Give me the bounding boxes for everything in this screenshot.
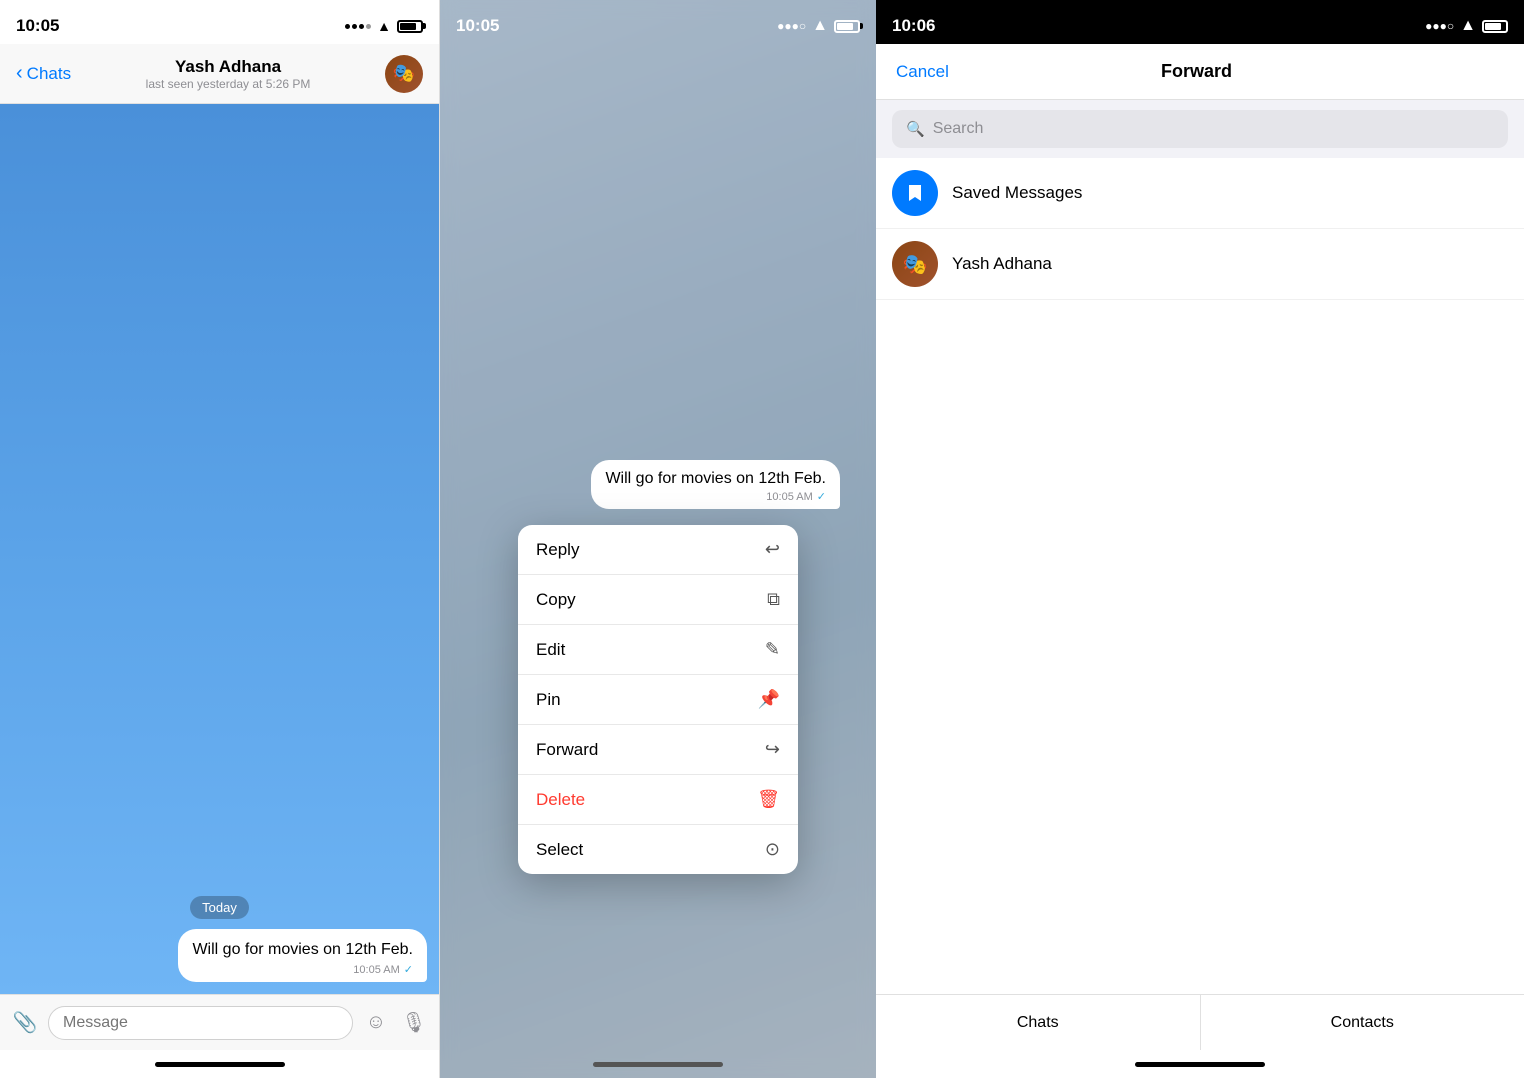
saved-messages-avatar (892, 170, 938, 216)
ctx-forward-label: Forward (536, 740, 598, 760)
attachment-button[interactable]: 📎 (10, 1008, 40, 1038)
ctx-message-text: Will go for movies on 12th Feb. (605, 470, 826, 488)
home-bar-1 (155, 1062, 285, 1067)
contact-name: Yash Adhana (71, 57, 385, 77)
saved-messages-item[interactable]: Saved Messages (876, 158, 1524, 229)
ctx-reply[interactable]: Reply ↩ (518, 525, 798, 575)
contact-avatar[interactable]: 🎭 (385, 55, 423, 93)
context-menu-panel: 10:05 ●●●○ ▲ Will go for movies on 12th … (440, 0, 876, 1078)
ctx-select[interactable]: Select ⊙ (518, 825, 798, 874)
message-bubble: Will go for movies on 12th Feb. 10:05 AM… (178, 929, 427, 982)
battery-icon (397, 20, 423, 33)
back-label[interactable]: Chats (27, 64, 71, 84)
home-indicator-2 (440, 1050, 876, 1078)
ctx-select-label: Select (536, 840, 583, 860)
ctx-edit[interactable]: Edit ✎ (518, 625, 798, 675)
chat-header-center: Yash Adhana last seen yesterday at 5:26 … (71, 57, 385, 91)
status-time-1: 10:05 (16, 16, 59, 36)
saved-messages-label: Saved Messages (952, 183, 1082, 203)
ctx-select-icon: ⊙ (765, 839, 780, 860)
status-icons-1: ▲ (345, 18, 423, 34)
search-placeholder: Search (933, 120, 984, 138)
ctx-delete-icon: 🗑 (757, 789, 780, 810)
ctx-pin-label: Pin (536, 690, 561, 710)
signal-icon-3: ●●●○ (1425, 19, 1454, 33)
home-indicator-1 (0, 1050, 439, 1078)
status-time-3: 10:06 (892, 16, 935, 36)
ctx-forward-icon: ↪ (765, 739, 780, 760)
yash-name-label: Yash Adhana (952, 254, 1052, 274)
ctx-copy[interactable]: Copy ⧉ (518, 575, 798, 625)
ctx-pin[interactable]: Pin 📌 (518, 675, 798, 725)
message-text: Will go for movies on 12th Feb. (192, 939, 413, 961)
search-bar-container: 🔍 Search (876, 100, 1524, 158)
home-indicator-3 (876, 1050, 1524, 1078)
tab-contacts-label: Contacts (1331, 1014, 1394, 1032)
ctx-message-time: 10:05 AM (766, 491, 812, 503)
ctx-edit-label: Edit (536, 640, 565, 660)
ctx-pin-icon: 📌 (758, 689, 780, 710)
signal-icon (345, 24, 371, 29)
status-bar-1: 10:05 ▲ (0, 0, 439, 44)
yash-avatar: 🎭 (892, 241, 938, 287)
ctx-message-container: Will go for movies on 12th Feb. 10:05 AM… (440, 460, 876, 515)
wifi-icon: ▲ (377, 18, 391, 34)
chat-panel: 10:05 ▲ ‹ Chats Yash Adhana last seen ye… (0, 0, 440, 1078)
context-menu: Reply ↩ Copy ⧉ Edit ✎ Pin 📌 Forward ↪ De… (518, 525, 798, 874)
microphone-button[interactable]: 🎙 (399, 1008, 429, 1038)
cancel-button[interactable]: Cancel (896, 62, 949, 82)
back-button[interactable]: ‹ Chats (16, 64, 71, 84)
chat-body: Today Will go for movies on 12th Feb. 10… (0, 104, 439, 994)
yash-adhana-item[interactable]: 🎭 Yash Adhana (876, 229, 1524, 300)
contact-status: last seen yesterday at 5:26 PM (71, 77, 385, 91)
status-icons-3: ●●●○ ▲ (1425, 17, 1508, 35)
message-meta: 10:05 AM ✓ (192, 963, 413, 976)
tab-chats[interactable]: Chats (876, 995, 1201, 1050)
forward-header: Cancel Forward (876, 44, 1524, 100)
chat-header: ‹ Chats Yash Adhana last seen yesterday … (0, 44, 439, 104)
ctx-delete-label: Delete (536, 790, 585, 810)
message-check-icon: ✓ (404, 963, 413, 976)
today-badge: Today (190, 896, 249, 919)
ctx-edit-icon: ✎ (765, 639, 780, 660)
forward-panel: 10:06 ●●●○ ▲ Cancel Forward 🔍 Search (876, 0, 1524, 1078)
back-chevron-icon: ‹ (16, 63, 23, 83)
ctx-check-icon: ✓ (817, 490, 826, 503)
status-bar-3: 10:06 ●●●○ ▲ (876, 0, 1524, 44)
message-input[interactable] (48, 1006, 353, 1040)
battery-icon-3 (1482, 20, 1508, 33)
ctx-reply-label: Reply (536, 540, 579, 560)
home-bar-2 (593, 1062, 723, 1067)
ctx-message-bubble: Will go for movies on 12th Feb. 10:05 AM… (591, 460, 840, 509)
ctx-forward[interactable]: Forward ↪ (518, 725, 798, 775)
forward-title: Forward (1161, 61, 1232, 82)
forward-bottom-tabs: Chats Contacts (876, 994, 1524, 1050)
search-icon: 🔍 (906, 120, 925, 138)
bookmark-icon (903, 181, 927, 205)
ctx-message-meta: 10:05 AM ✓ (605, 490, 826, 503)
ctx-copy-label: Copy (536, 590, 576, 610)
wifi-icon-3: ▲ (1460, 17, 1476, 35)
forward-contact-list: Saved Messages 🎭 Yash Adhana (876, 158, 1524, 994)
ctx-delete[interactable]: Delete 🗑 (518, 775, 798, 825)
home-bar-3 (1135, 1062, 1265, 1067)
chat-input-bar: 📎 ☺ 🎙 (0, 994, 439, 1050)
panel2-content: Will go for movies on 12th Feb. 10:05 AM… (440, 0, 876, 1078)
tab-contacts[interactable]: Contacts (1201, 995, 1524, 1050)
ctx-reply-icon: ↩ (765, 539, 780, 560)
search-bar[interactable]: 🔍 Search (892, 110, 1508, 148)
message-time: 10:05 AM (353, 964, 399, 976)
tab-chats-label: Chats (1017, 1014, 1059, 1032)
emoji-button[interactable]: ☺ (361, 1008, 391, 1038)
ctx-copy-icon: ⧉ (767, 589, 780, 610)
